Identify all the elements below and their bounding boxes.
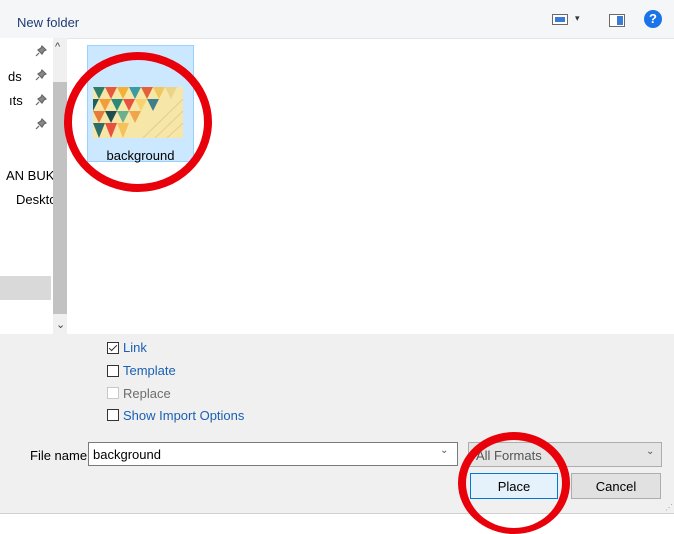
template-checkbox[interactable]: [107, 365, 119, 377]
pin-icon: [35, 45, 47, 57]
nav-item-documents[interactable]: ıts: [9, 93, 23, 108]
nav-selected-item[interactable]: [0, 276, 51, 300]
new-folder-button[interactable]: New folder: [17, 15, 79, 30]
image-thumbnail-icon: [93, 87, 183, 138]
format-selected-value: All Formats: [476, 448, 542, 463]
cancel-button[interactable]: Cancel: [571, 473, 661, 499]
file-name-input[interactable]: [88, 442, 458, 466]
show-import-options-label[interactable]: Show Import Options: [123, 408, 244, 423]
nav-item-drive[interactable]: AN BUK: [6, 168, 54, 183]
show-import-options-checkbox[interactable]: [107, 409, 119, 421]
view-options-dropdown-icon[interactable]: ▾: [575, 13, 580, 24]
file-name-label: File name:: [30, 448, 91, 463]
replace-checkbox: [107, 387, 119, 399]
chevron-down-icon[interactable]: ⌄: [646, 446, 654, 457]
nav-scrollbar-thumb[interactable]: [53, 82, 67, 314]
scroll-up-icon[interactable]: ^: [55, 41, 60, 53]
file-name-dropdown-icon[interactable]: ⌄: [440, 445, 448, 456]
file-name-label: background: [106, 148, 175, 163]
toolbar: [0, 0, 674, 39]
link-checkbox[interactable]: [107, 342, 119, 354]
link-option-label[interactable]: Link: [123, 340, 147, 355]
template-option-label[interactable]: Template: [123, 363, 176, 378]
change-view-icon[interactable]: [552, 14, 568, 25]
resize-grip-icon[interactable]: ⋰: [665, 503, 673, 512]
dialog-bottom-border: [0, 513, 674, 514]
replace-option-label: Replace: [123, 386, 171, 401]
scroll-down-icon[interactable]: ⌄: [56, 318, 65, 331]
preview-pane-icon[interactable]: [609, 14, 625, 27]
nav-item-downloads[interactable]: ds: [8, 69, 22, 84]
pin-icon: [35, 69, 47, 81]
pin-icon: [35, 118, 47, 130]
help-icon[interactable]: ?: [644, 10, 662, 28]
nav-item-desktop[interactable]: Desktc: [16, 192, 56, 207]
place-button[interactable]: Place: [470, 473, 558, 499]
pin-icon: [35, 94, 47, 106]
